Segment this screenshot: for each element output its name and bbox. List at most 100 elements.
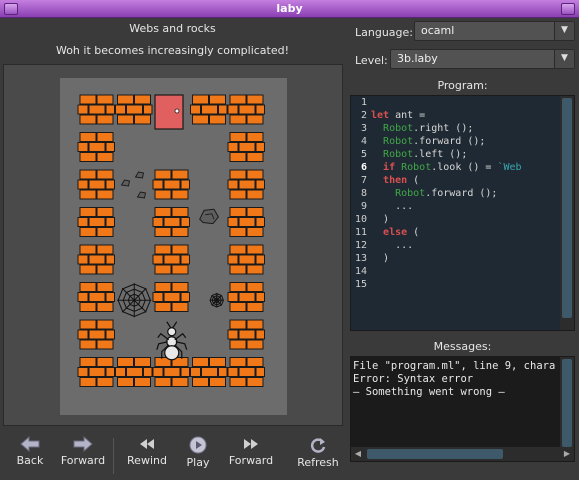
brick-wall-icon <box>227 94 265 125</box>
brick-wall-icon <box>190 94 228 125</box>
line-number: 3 <box>360 123 367 134</box>
program-label: Program: <box>437 79 488 92</box>
code-line: else ( <box>383 227 420 238</box>
brick-wall-icon <box>115 94 153 125</box>
brick-wall-icon <box>77 94 115 125</box>
line-number: 13 <box>354 253 367 264</box>
messages-vertical-scrollbar[interactable] <box>560 357 574 449</box>
play-icon <box>189 436 207 454</box>
brick-wall-icon <box>77 169 115 200</box>
forward-arrow-icon <box>73 436 93 452</box>
level-label: Level: <box>355 54 388 67</box>
messages-hscroll-thumb[interactable] <box>367 449 503 459</box>
brick-wall-icon <box>227 282 265 312</box>
brick-wall-icon <box>227 244 265 275</box>
editor-vertical-scrollbar[interactable] <box>560 96 574 330</box>
code-line: then ( <box>383 175 420 186</box>
toolbar-separator <box>113 438 114 474</box>
message-line: — Something went wrong — <box>353 386 505 398</box>
program-editor[interactable]: 1 2 3 4 5 6 7 8 9 10 11 12 13 14 15 let ant = Robot.ri… <box>350 95 575 331</box>
code-line: if Robot.look () = `Web <box>383 162 522 173</box>
back-label: Back <box>16 454 44 467</box>
line-number: 14 <box>354 266 367 277</box>
rewind-button[interactable]: Rewind <box>124 430 170 467</box>
line-number-gutter: 1 2 3 4 5 6 7 8 9 10 11 12 13 14 15 <box>351 96 369 330</box>
code-line: ) <box>371 214 390 225</box>
rock-fragments-icon <box>120 171 147 199</box>
scroll-right-icon[interactable]: ▶ <box>560 447 574 461</box>
rewind-label: Rewind <box>127 454 167 467</box>
brick-wall-icon <box>227 357 265 387</box>
play-button[interactable]: Play <box>180 430 216 469</box>
refresh-button[interactable]: Refresh <box>294 430 342 469</box>
chevron-down-icon: ▼ <box>554 22 574 40</box>
line-number: 12 <box>354 240 367 251</box>
code-line: ... <box>371 240 414 251</box>
code-line: Robot.left (); <box>383 149 468 160</box>
board-canvas <box>77 94 265 387</box>
playback-toolbar: Back Forward Rewind Play Forward Refresh <box>0 430 346 478</box>
messages-console[interactable]: File "program.ml", line 9, chara Error: … <box>350 356 575 462</box>
back-arrow-icon <box>20 436 40 452</box>
brick-wall-icon <box>152 357 190 387</box>
rewind-icon <box>140 439 154 449</box>
editor-scroll-thumb[interactable] <box>562 98 572 318</box>
play-label: Play <box>186 456 210 469</box>
brick-wall-icon <box>77 357 115 387</box>
code-line: ) <box>371 253 390 264</box>
language-value: ocaml <box>421 24 455 37</box>
code-line: let ant = <box>371 110 426 121</box>
brick-wall-icon <box>152 244 190 275</box>
forward-label: Forward <box>60 454 106 467</box>
brick-wall-icon <box>152 169 190 200</box>
brick-wall-icon <box>227 207 265 237</box>
line-number: 10 <box>354 214 367 225</box>
language-label: Language: <box>355 26 413 39</box>
brick-wall-icon <box>77 244 115 275</box>
brick-wall-icon <box>227 132 265 162</box>
messages-scroll-thumb[interactable] <box>562 359 572 447</box>
line-number: 5 <box>360 149 367 160</box>
rock-icon <box>199 208 220 225</box>
window-title: laby <box>276 2 303 15</box>
line-number: 11 <box>354 227 367 238</box>
brick-wall-icon <box>77 207 115 237</box>
ant-icon <box>156 321 188 361</box>
messages-horizontal-scrollbar[interactable]: ◀ ▶ <box>351 447 574 461</box>
web-icon <box>209 293 224 308</box>
level-description: Woh it becomes increasingly complicated! <box>55 44 290 57</box>
line-number: 8 <box>360 188 367 199</box>
back-button[interactable]: Back <box>8 430 52 467</box>
brick-wall-icon <box>152 207 190 237</box>
program-code[interactable]: let ant = Robot.right (); Robot.forward … <box>371 96 561 330</box>
message-line: File "program.ml", line 9, chara <box>353 360 556 372</box>
code-line: Robot.forward (); <box>395 188 498 199</box>
refresh-label: Refresh <box>297 456 339 469</box>
line-number: 2 <box>360 110 367 121</box>
line-number: 7 <box>360 175 367 186</box>
game-board <box>60 78 287 415</box>
brick-wall-icon <box>227 319 265 350</box>
step-forward-button[interactable]: Forward <box>226 430 276 467</box>
scroll-left-icon[interactable]: ◀ <box>351 447 365 461</box>
brick-wall-icon <box>227 169 265 200</box>
fast-forward-icon <box>244 439 258 449</box>
brick-wall-icon <box>190 357 228 387</box>
window-close-button[interactable] <box>561 3 575 15</box>
line-number: 4 <box>360 136 367 147</box>
window-titlebar[interactable]: laby <box>0 0 579 18</box>
brick-wall-icon <box>115 357 153 387</box>
web-icon <box>117 283 152 318</box>
messages-label: Messages: <box>433 340 492 353</box>
line-number: 9 <box>360 201 367 212</box>
line-number: 15 <box>354 279 367 290</box>
line-number: 1 <box>360 97 367 108</box>
forward-button[interactable]: Forward <box>58 430 108 467</box>
brick-wall-icon <box>77 132 115 162</box>
language-select[interactable]: ocaml ▼ <box>414 21 575 41</box>
line-number: 6 <box>360 162 367 173</box>
level-select[interactable]: 3b.laby ▼ <box>390 49 575 69</box>
brick-wall-icon <box>77 319 115 350</box>
brick-wall-icon <box>152 282 190 312</box>
chevron-down-icon: ▼ <box>554 50 574 68</box>
